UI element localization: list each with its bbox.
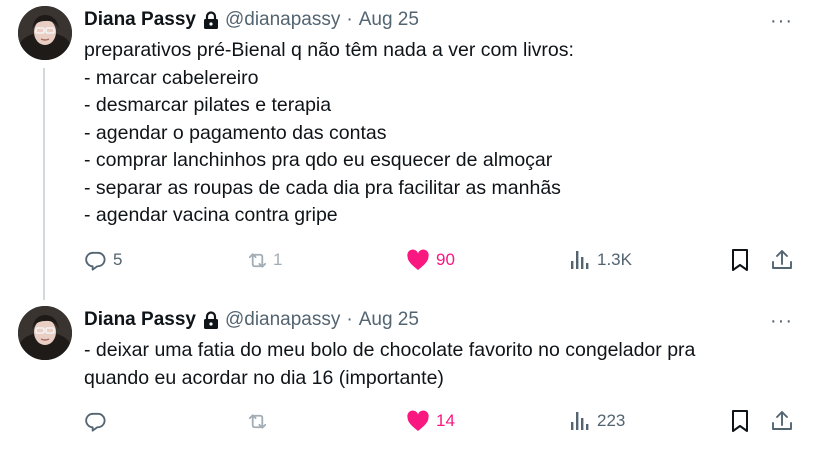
tweet-date[interactable]: Aug 25 — [359, 309, 419, 331]
heart-icon — [406, 410, 430, 432]
tweet-text-line: preparativos pré-Bienal q não têm nada a… — [84, 39, 574, 61]
more-icon[interactable]: ··· — [770, 10, 793, 33]
bookmark-icon — [730, 409, 750, 433]
share-icon — [771, 409, 793, 433]
views-button[interactable]: 223 — [569, 406, 625, 436]
tweet-date[interactable]: Aug 25 — [359, 9, 419, 31]
share-icon — [771, 248, 793, 272]
repost-icon — [245, 410, 270, 433]
repost-button[interactable]: 1 — [245, 245, 282, 275]
reply-icon — [84, 410, 107, 433]
share-button[interactable] — [771, 406, 793, 436]
tweet-text-line: - separar as roupas de cada dia pra faci… — [84, 176, 561, 199]
separator-dot: · — [346, 9, 353, 30]
heart-icon — [406, 249, 430, 271]
like-button[interactable]: 90 — [406, 245, 455, 275]
author-name[interactable]: Diana Passy — [84, 309, 196, 331]
avatar[interactable] — [18, 6, 72, 60]
views-icon — [569, 249, 591, 271]
reply-count: 5 — [113, 250, 123, 269]
tweet-1[interactable]: Diana Passy @dianapassy · Aug 25 ··· pre… — [0, 0, 831, 300]
tweet-text-line: - desmarcar pilates e terapia — [84, 94, 332, 116]
like-count: 14 — [436, 411, 455, 430]
view-count: 223 — [597, 411, 626, 430]
tweet-text-line: - marcar cabelereiro — [84, 66, 259, 89]
like-count: 90 — [436, 250, 455, 269]
view-count: 1.3K — [597, 250, 632, 269]
reply-button[interactable] — [84, 406, 113, 436]
tweet-text: - deixar uma fatia do meu bolo de chocol… — [84, 337, 695, 392]
like-button[interactable]: 14 — [406, 406, 455, 436]
tweet-text-line: - deixar uma fatia do meu bolo de chocol… — [84, 339, 696, 361]
tweet-text-line: - comprar lanchinhos pra qdo eu esquecer… — [84, 149, 553, 171]
bookmark-button[interactable] — [730, 406, 750, 436]
repost-icon — [245, 249, 270, 272]
author-handle[interactable]: @dianapassy — [225, 309, 340, 331]
reply-button[interactable]: 5 — [84, 245, 122, 275]
tweet-header: Diana Passy @dianapassy · Aug 25 — [84, 8, 419, 32]
avatar[interactable] — [18, 306, 72, 360]
share-button[interactable] — [771, 245, 793, 275]
tweet-text-line: quando eu acordar no dia 16 (importante) — [84, 366, 444, 389]
bookmark-button[interactable] — [730, 245, 750, 275]
repost-button[interactable] — [245, 406, 276, 436]
views-icon — [569, 410, 591, 432]
tweet-text-line: - agendar o pagamento das contas — [84, 121, 387, 144]
lock-icon — [203, 310, 219, 330]
separator-dot: · — [346, 309, 353, 330]
bookmark-icon — [730, 248, 750, 272]
reply-icon — [84, 249, 107, 272]
tweet-text: preparativos pré-Bienal q não têm nada a… — [84, 37, 574, 230]
views-button[interactable]: 1.3K — [569, 245, 632, 275]
tweet-actions: 14 223 — [0, 406, 831, 436]
author-handle[interactable]: @dianapassy — [225, 9, 340, 31]
repost-count: 1 — [273, 250, 283, 269]
more-icon[interactable]: ··· — [770, 310, 793, 333]
tweet-2[interactable]: Diana Passy @dianapassy · Aug 25 ··· - d… — [0, 300, 831, 457]
tweet-header: Diana Passy @dianapassy · Aug 25 — [84, 308, 419, 332]
author-name[interactable]: Diana Passy — [84, 9, 196, 31]
tweet-text-line: - agendar vacina contra gripe — [84, 204, 338, 226]
tweet-actions: 5 1 90 1.3K — [0, 245, 831, 275]
lock-icon — [203, 10, 219, 30]
